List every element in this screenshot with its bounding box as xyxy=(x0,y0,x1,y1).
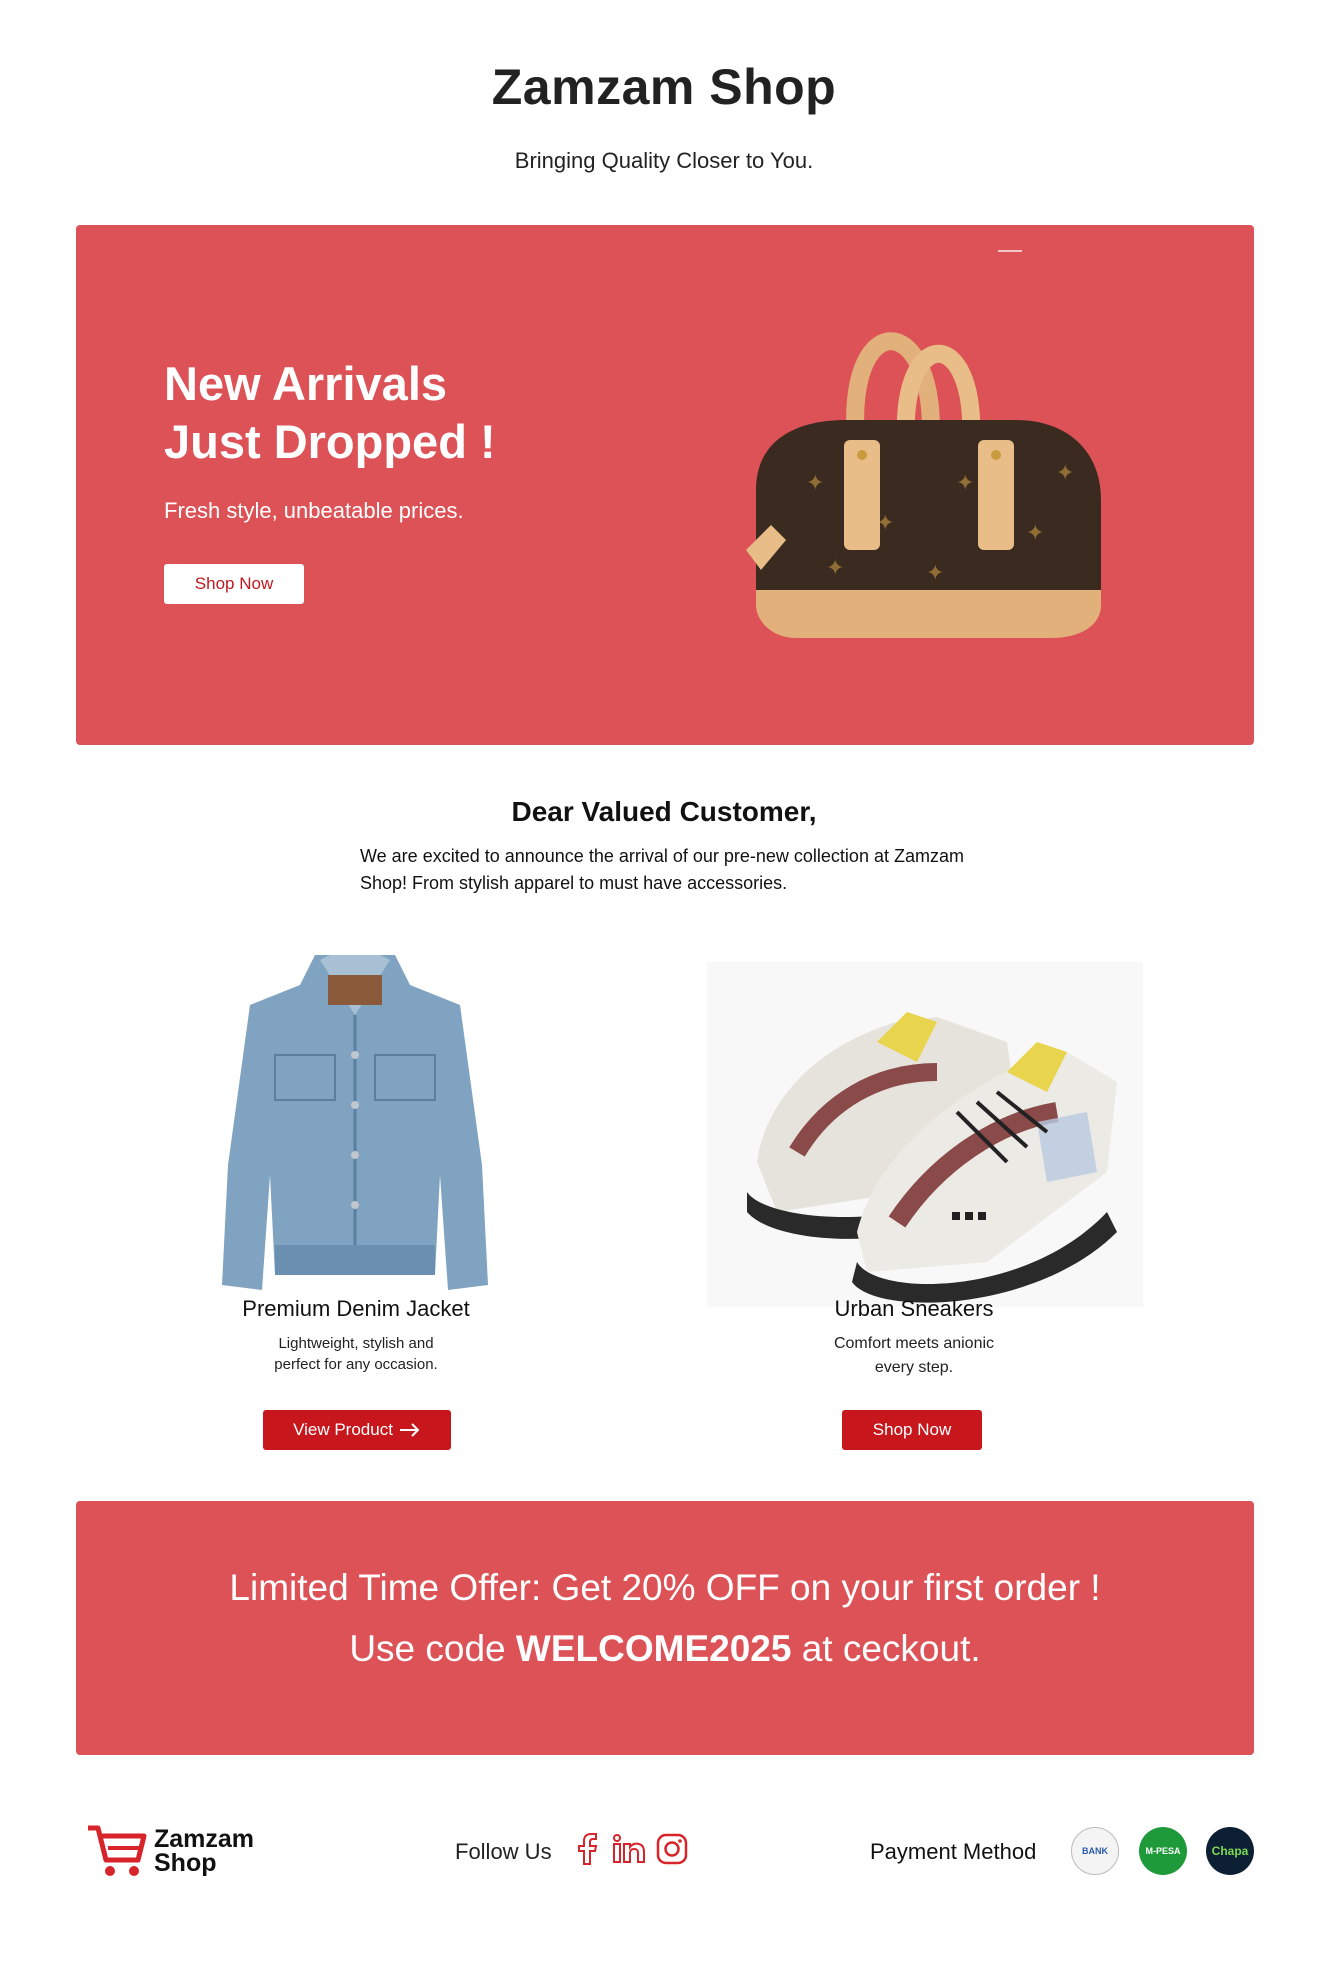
promo-code: WELCOME2025 xyxy=(515,1628,792,1669)
instagram-icon[interactable] xyxy=(655,1832,689,1866)
svg-text:✦: ✦ xyxy=(1056,461,1074,486)
intro-text: We are excited to announce the arrival o… xyxy=(360,846,964,893)
hero-heading-line1: New Arrivals xyxy=(164,357,448,410)
payment-method-label: Payment Method xyxy=(870,1839,1037,1864)
product-description: Lightweight, stylish and perfect for any… xyxy=(206,1333,506,1375)
svg-text:✦: ✦ xyxy=(926,561,944,586)
svg-text:✦: ✦ xyxy=(826,556,844,581)
payment-badge-label: M-PESA xyxy=(1145,1846,1181,1856)
offer-code-suffix: at ceckout. xyxy=(791,1628,981,1669)
footer-logo-text: Zamzam Shop xyxy=(154,1825,255,1877)
linkedin-icon[interactable] xyxy=(612,1832,646,1866)
footer-logo[interactable]: Zamzam Shop xyxy=(86,1822,254,1880)
svg-text:✦: ✦ xyxy=(806,471,824,496)
chapa-payment-badge[interactable]: Chapa xyxy=(1206,1827,1254,1875)
footer-logo-line: Zamzam xyxy=(154,1825,255,1853)
product-description: Comfort meets anionic every step. xyxy=(764,1332,1064,1380)
svg-text:✦: ✦ xyxy=(1026,521,1044,546)
product-description-line: perfect for any occasion. xyxy=(274,1356,438,1373)
product-name: Premium Denim Jacket xyxy=(242,1296,470,1321)
product-description-line: every step. xyxy=(874,1359,954,1376)
offer-code-line: Use code WELCOME2025 at ceckout. xyxy=(76,1628,1254,1670)
offer-banner: Limited Time Offer: Get 20% OFF on your … xyxy=(76,1501,1254,1755)
hero-subtitle: Fresh style, unbeatable prices. xyxy=(164,498,464,523)
hero-shop-now-button[interactable]: Shop Now xyxy=(164,564,304,604)
hero-heading: New Arrivals Just Dropped ! xyxy=(164,355,496,471)
button-label: View Product xyxy=(293,1420,393,1439)
hero-banner: New Arrivals Just Dropped ! Fresh style,… xyxy=(76,225,1254,745)
product-description-line: Lightweight, stylish and xyxy=(278,1335,434,1352)
hero-heading-line2: Just Dropped ! xyxy=(164,415,496,468)
tagline: Bringing Quality Closer to You. xyxy=(514,148,814,173)
sneakers-image[interactable] xyxy=(707,962,1143,1307)
footer-logo-line: Shop xyxy=(154,1849,217,1877)
mpesa-payment-badge[interactable]: M-PESA xyxy=(1139,1827,1187,1875)
slider-indicator[interactable] xyxy=(998,250,1022,252)
shopping-cart-icon xyxy=(88,1825,147,1876)
offer-code-prefix: Use code xyxy=(349,1628,516,1669)
payment-badge-label: Chapa xyxy=(1211,1844,1249,1858)
follow-us-label: Follow Us xyxy=(455,1839,552,1864)
offer-headline: Limited Time Offer: Get 20% OFF on your … xyxy=(229,1567,1101,1608)
svg-text:✦: ✦ xyxy=(956,471,974,496)
denim-jacket-image[interactable] xyxy=(220,945,490,1295)
facebook-icon[interactable] xyxy=(570,1832,604,1866)
view-product-button[interactable]: View Product xyxy=(263,1410,451,1450)
payment-badge-label: BANK xyxy=(1082,1846,1108,1856)
product-description-line: Comfort meets anionic xyxy=(833,1335,995,1352)
product-name: Urban Sneakers xyxy=(834,1296,994,1321)
arrow-right-icon xyxy=(399,1423,420,1437)
page-title: Zamzam Shop xyxy=(491,59,837,115)
greeting-heading: Dear Valued Customer, xyxy=(511,796,817,827)
handbag-image[interactable]: ✦ ✦ ✦ ✦ ✦ ✦ ✦ xyxy=(716,290,1116,670)
bank-payment-badge[interactable]: BANK xyxy=(1071,1827,1119,1875)
shop-now-button[interactable]: Shop Now xyxy=(842,1410,982,1450)
